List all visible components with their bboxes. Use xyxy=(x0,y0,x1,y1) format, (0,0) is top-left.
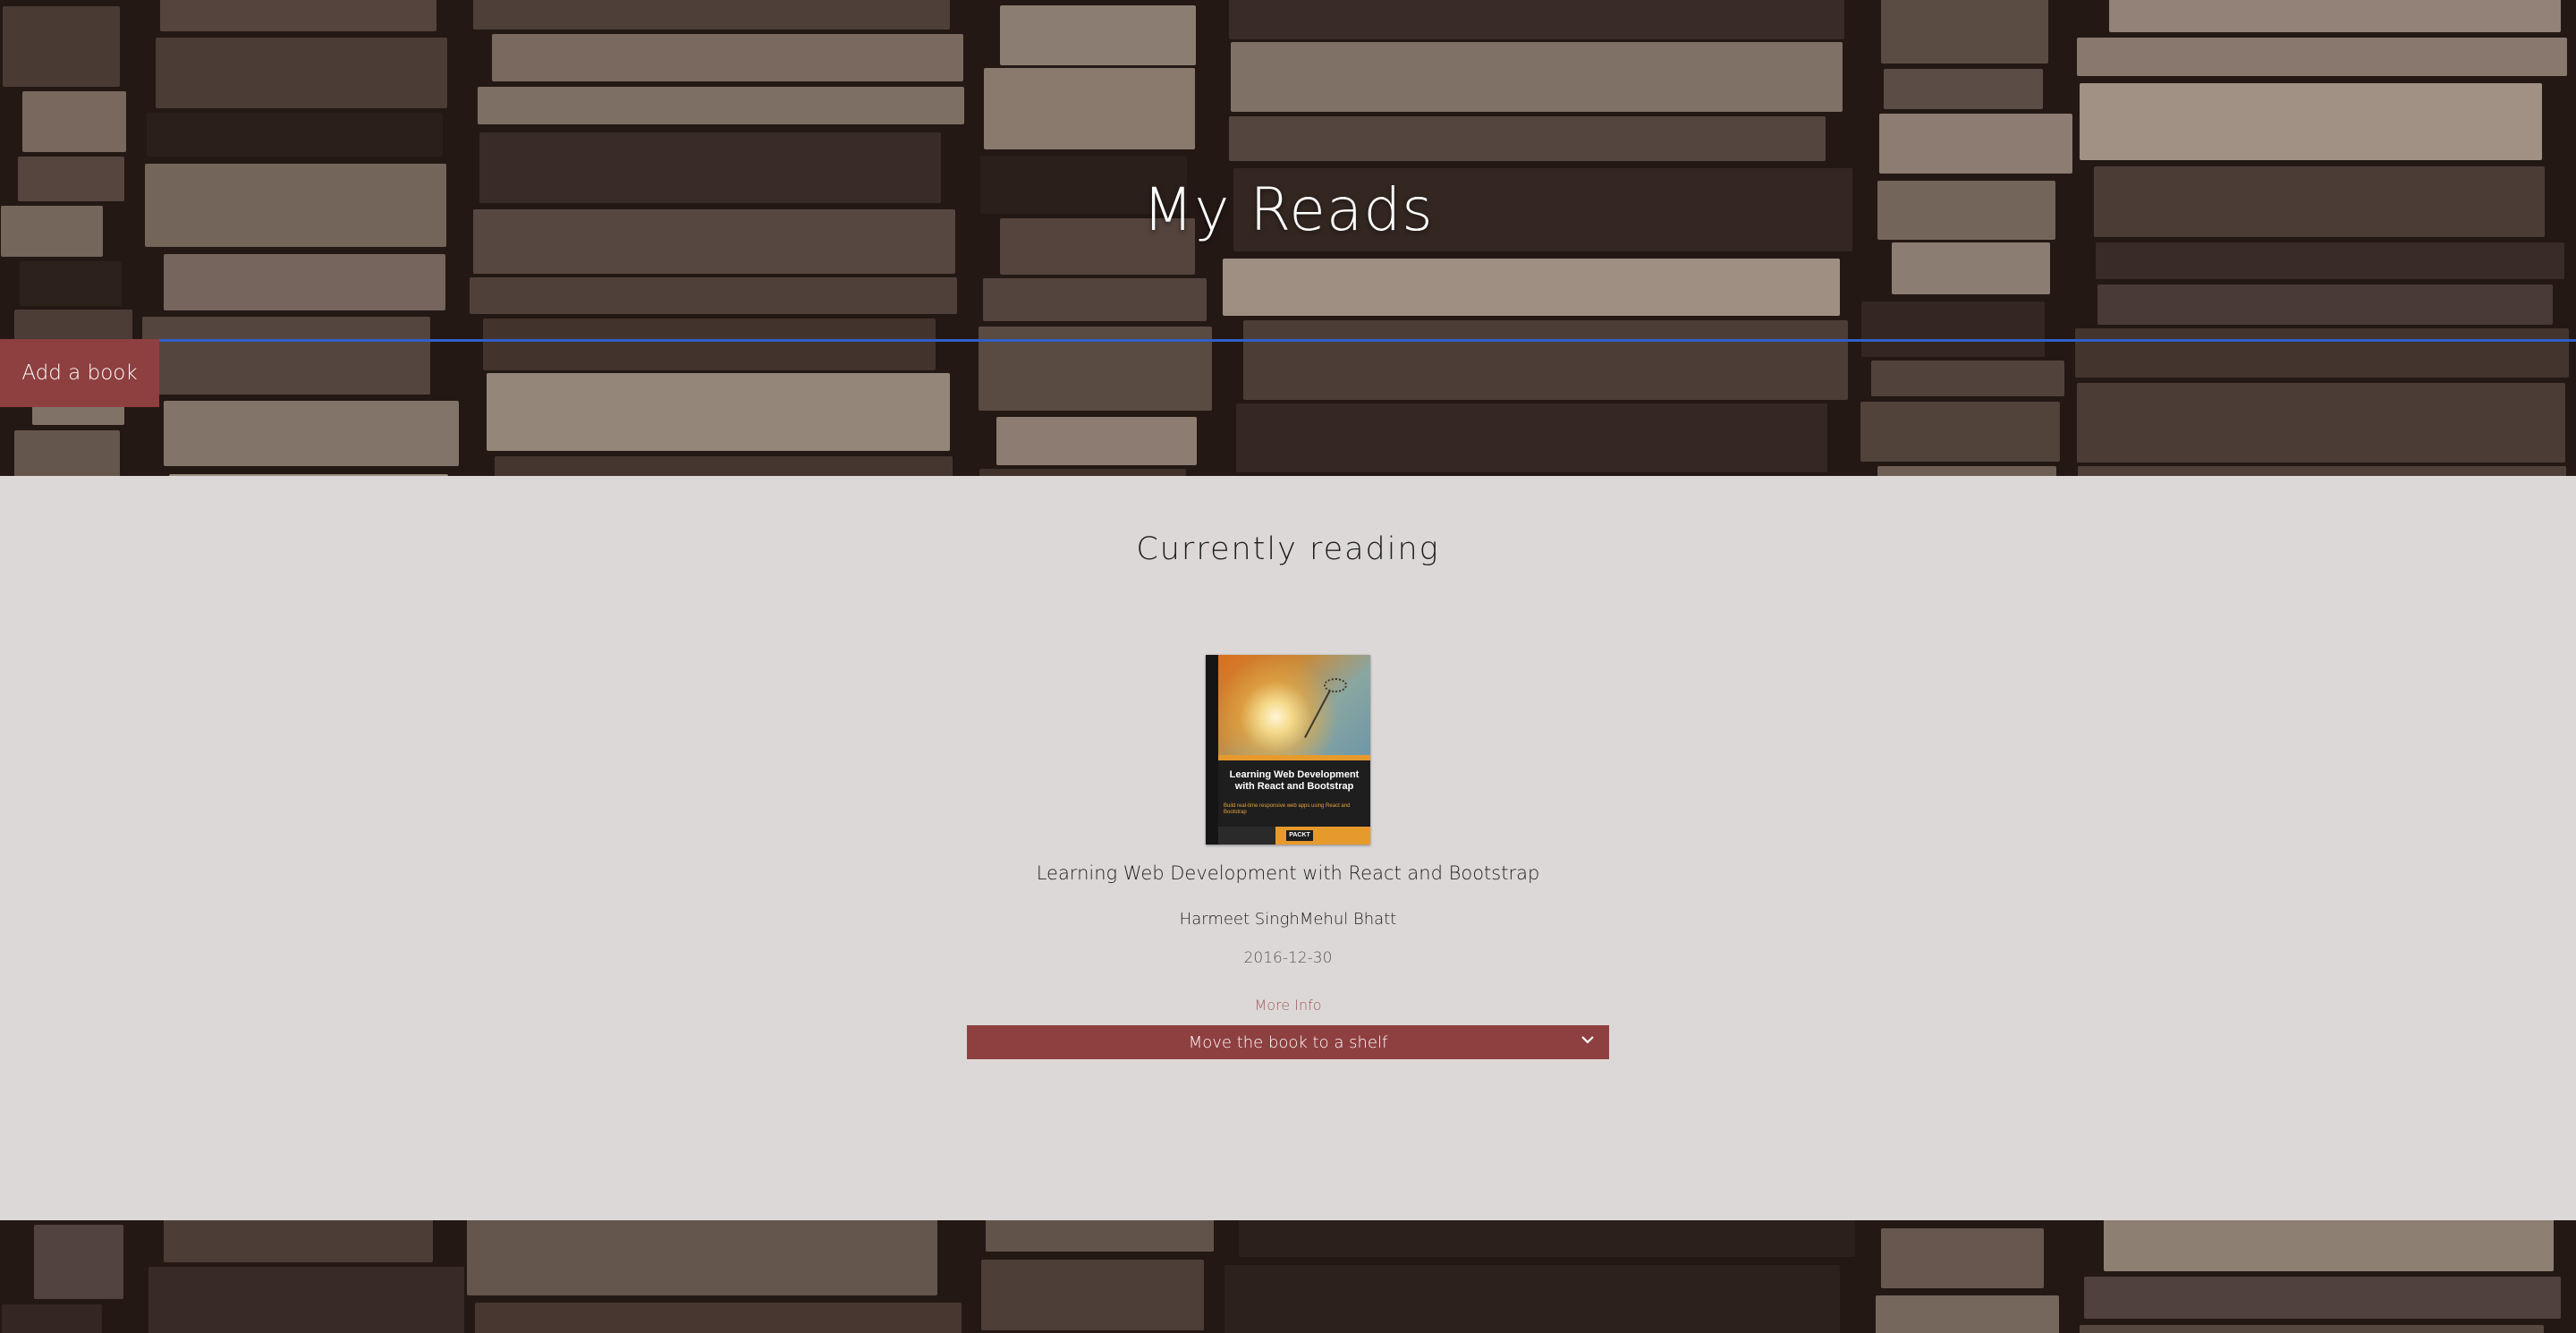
book-spine-decoration xyxy=(33,1225,123,1299)
book-title: Learning Web Development with React and … xyxy=(1036,862,1540,884)
book-spine-decoration xyxy=(1223,258,1840,316)
book-spine-decoration xyxy=(1239,1220,1856,1257)
book-spine-decoration xyxy=(470,276,957,314)
header-divider xyxy=(159,339,2576,342)
book-spine-decoration xyxy=(1228,116,1826,161)
book-spine-decoration xyxy=(979,469,1187,476)
book-spine-decoration xyxy=(1224,1264,1840,1333)
book-spine-decoration xyxy=(1235,403,1828,472)
book-spine-decoration xyxy=(141,317,431,395)
shelf-title: Currently reading xyxy=(1136,531,1440,567)
add-book-button[interactable]: Add a book xyxy=(0,339,159,407)
cover-title-line-1: Learning Web Development xyxy=(1229,769,1360,780)
book-spine-decoration xyxy=(986,1220,1214,1252)
book-spine-decoration xyxy=(146,112,443,157)
book-spine-decoration xyxy=(1891,242,2050,295)
book-spine-decoration xyxy=(482,318,936,371)
cover-accent-strip xyxy=(1218,755,1370,760)
book-spine-decoration xyxy=(2084,1276,2561,1319)
book-spine-decoration xyxy=(2109,0,2561,32)
book-cover[interactable]: Learning Web Development with React and … xyxy=(1206,655,1370,845)
book-published-date: 2016-12-30 xyxy=(1243,949,1333,967)
chevron-down-icon xyxy=(1581,1036,1594,1044)
book-spine-decoration xyxy=(996,417,1198,466)
publisher-logo: PACKT xyxy=(1286,830,1313,841)
book-spine-decoration xyxy=(148,1266,464,1333)
book-spine-decoration xyxy=(2104,1220,2555,1271)
book-spine-decoration xyxy=(495,455,953,476)
book-spine-decoration xyxy=(983,277,1208,322)
book-spine-decoration xyxy=(20,261,122,307)
book-spine-decoration xyxy=(1880,1228,2044,1288)
book-spine-decoration xyxy=(2,5,121,88)
cover-artwork xyxy=(1218,655,1370,755)
move-to-shelf-select[interactable]: Move the book to a shelf xyxy=(967,1025,1609,1059)
book-spine-decoration xyxy=(1860,402,2061,463)
book-spine-decoration xyxy=(2077,465,2566,476)
book-spine-decoration xyxy=(1229,0,1844,40)
book-spine-decoration xyxy=(163,400,459,467)
book-spine-decoration xyxy=(1243,319,1848,401)
book-spine-decoration xyxy=(984,68,1195,150)
book-spine-decoration xyxy=(21,91,126,152)
book-spine-decoration xyxy=(2,1304,103,1333)
book-spine-decoration xyxy=(473,0,951,30)
hero-banner: My Reads Add a book xyxy=(0,0,2576,476)
bookshelf-background-image-footer xyxy=(0,1220,2576,1333)
footer-banner xyxy=(0,1220,2576,1333)
book-spine-decoration xyxy=(1861,301,2046,357)
cover-title: Learning Web Development with React and … xyxy=(1218,769,1370,793)
book-spine-decoration xyxy=(487,373,951,452)
cover-footer: PACKT xyxy=(1218,827,1370,845)
book-spine-decoration xyxy=(163,254,446,310)
book-spine-decoration xyxy=(1871,360,2065,397)
book-spine-decoration xyxy=(467,1220,938,1295)
book-spine-decoration xyxy=(2080,1325,2545,1333)
book-spine-decoration xyxy=(491,33,963,82)
book-spine-decoration xyxy=(163,1220,434,1262)
book-spine-decoration xyxy=(2076,38,2567,76)
cover-subtitle: Build real-time responsive web apps usin… xyxy=(1224,803,1351,815)
book-spine-decoration xyxy=(1878,113,2073,174)
cover-plant-flower xyxy=(1324,678,1347,692)
book-spine-decoration xyxy=(2097,284,2553,326)
cover-title-line-2: with React and Bootstrap xyxy=(1234,781,1354,792)
book-spine-decoration xyxy=(2079,83,2542,160)
book-spine-decoration xyxy=(478,87,964,125)
bookshelf-section: Currently reading Learning Web Developme… xyxy=(0,476,2576,1220)
book-spine-decoration xyxy=(155,38,447,108)
book-spine-decoration xyxy=(1876,1295,2059,1333)
book-spine-decoration xyxy=(2096,242,2565,279)
page-title: My Reads xyxy=(1142,175,1434,244)
move-to-shelf-label: Move the book to a shelf xyxy=(1188,1032,1388,1052)
book-spine-decoration xyxy=(14,429,121,476)
book-spine-decoration xyxy=(1884,69,2043,109)
more-info-link[interactable]: More Info xyxy=(0,997,2576,1014)
book-spine-decoration xyxy=(2075,327,2569,378)
cover-plant-stem xyxy=(1304,690,1331,738)
cover-footer-authors-block xyxy=(1218,827,1275,845)
book-spine-decoration xyxy=(1880,0,2049,64)
book-spine-decoration xyxy=(999,4,1196,66)
book-spine-decoration xyxy=(980,1259,1204,1330)
book-spine-decoration xyxy=(1877,465,2057,476)
book-authors: Harmeet SinghMehul Bhatt xyxy=(1179,910,1397,929)
cover-spine-band xyxy=(1206,655,1218,845)
book-spine-decoration xyxy=(475,1303,962,1333)
book-spine-decoration xyxy=(1231,42,1843,113)
book-spine-decoration xyxy=(159,0,436,31)
book-spine-decoration xyxy=(2076,382,2565,463)
